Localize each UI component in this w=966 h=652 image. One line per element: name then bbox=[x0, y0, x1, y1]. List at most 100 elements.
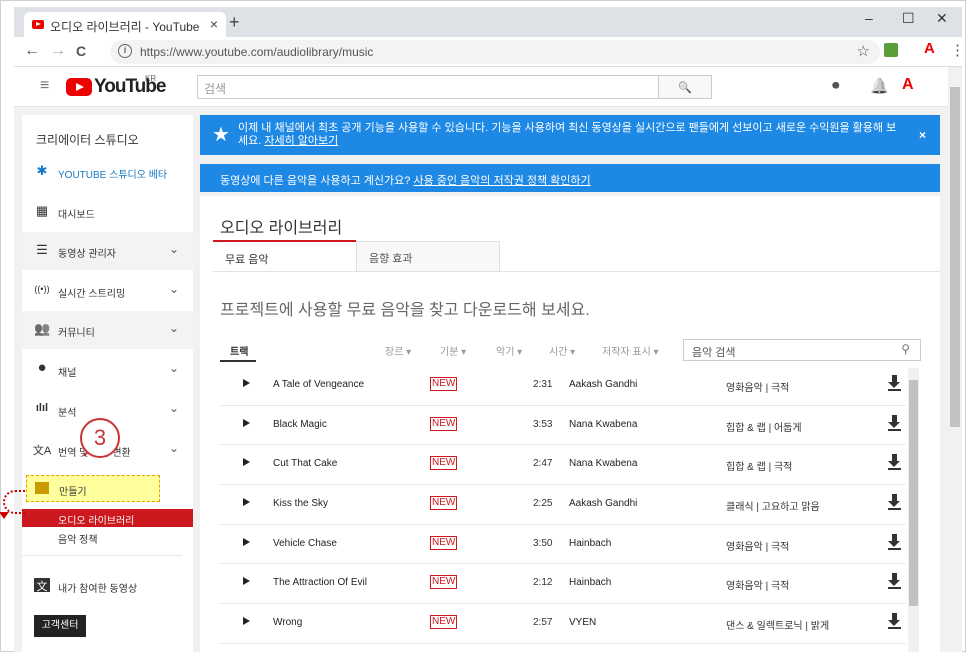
table-row[interactable]: Wrong NEW 2:57 VYEN 댄스 & 일렉트로닉 | 밝게 bbox=[220, 604, 906, 644]
track-duration: 3:50 bbox=[533, 537, 553, 549]
download-icon[interactable] bbox=[888, 454, 902, 471]
close-icon[interactable]: × bbox=[919, 128, 926, 142]
url-field[interactable]: i https://www.youtube.com/audiolibrary/m… bbox=[110, 40, 880, 64]
tab-label: 음향 효과 bbox=[369, 253, 413, 265]
track-artist[interactable]: Nana Kwabena bbox=[569, 419, 637, 430]
table-row[interactable]: Cut That Cake NEW 2:47 Nana Kwabena 힙합 & 랩 |… bbox=[220, 445, 906, 486]
upload-video-icon[interactable]: ⏺ bbox=[832, 77, 840, 94]
forward-icon[interactable]: → bbox=[50, 42, 66, 60]
column-duration[interactable]: 시간 ▾ bbox=[549, 343, 575, 358]
avatar[interactable]: A bbox=[902, 76, 914, 94]
track-duration: 3:53 bbox=[533, 418, 553, 430]
play-icon[interactable] bbox=[243, 379, 250, 387]
column-instrument[interactable]: 악기 ▾ bbox=[496, 343, 522, 358]
reload-icon[interactable]: C bbox=[76, 43, 86, 59]
track-artist[interactable]: Hainbach bbox=[569, 538, 611, 549]
chevron-down-icon[interactable]: ⌄ bbox=[169, 441, 179, 455]
column-mood[interactable]: 기분 ▾ bbox=[440, 343, 466, 358]
search-input[interactable]: 검색 bbox=[197, 75, 659, 99]
download-icon[interactable] bbox=[888, 533, 902, 550]
tab-sound-effects[interactable]: 음향 효과 bbox=[356, 241, 500, 272]
music-search-input[interactable]: 음악 검색 ⚲ bbox=[683, 339, 921, 361]
sidebar-item-community[interactable]: 👥 커뮤니티 ⌄ bbox=[22, 311, 193, 349]
back-icon[interactable]: ← bbox=[24, 42, 40, 60]
tab-free-music[interactable]: 무료 음악 bbox=[213, 240, 356, 272]
new-tab-button[interactable]: + bbox=[229, 12, 240, 33]
video-manager-icon: ☰ bbox=[36, 242, 48, 257]
notifications-bell-icon[interactable]: 🔔 bbox=[870, 77, 889, 95]
table-row[interactable]: Vehicle Chase NEW 3:50 Hainbach 영화음악 | 극적 bbox=[220, 525, 906, 565]
table-row[interactable]: The Attraction Of Evil NEW 2:12 Hainbach 영화음… bbox=[220, 564, 906, 605]
table-row[interactable]: A Tale of Vengeance NEW 2:31 Aakash Gandhi 영… bbox=[220, 366, 906, 406]
column-track[interactable]: 트랙 bbox=[230, 343, 248, 358]
page-scrollbar[interactable] bbox=[948, 67, 962, 652]
sidebar-item-create[interactable]: 만들기 bbox=[26, 475, 160, 502]
sidebar-item-contributed-videos[interactable]: 文 내가 참여한 동영상 bbox=[22, 567, 193, 605]
new-badge: NEW bbox=[430, 416, 458, 431]
learn-more-link[interactable]: 자세히 알아보기 bbox=[264, 135, 338, 147]
scrollbar-thumb[interactable] bbox=[950, 87, 960, 427]
chevron-down-icon[interactable]: ⌄ bbox=[169, 282, 179, 296]
maximize-button[interactable]: ☐ bbox=[902, 10, 915, 27]
scrollbar-thumb[interactable] bbox=[909, 380, 918, 606]
help-center-button[interactable]: 고객센터 bbox=[34, 615, 86, 637]
browser-menu-icon[interactable]: ⋮ bbox=[950, 41, 965, 59]
sidebar-subitem-music-policy[interactable]: 음악 정책 bbox=[58, 531, 98, 546]
tab-close-icon[interactable]: × bbox=[210, 16, 218, 32]
play-icon[interactable] bbox=[243, 458, 250, 467]
sidebar-subitem-audio-library[interactable]: 오디오 라이브러리 bbox=[22, 509, 193, 527]
download-icon[interactable] bbox=[888, 375, 902, 391]
extension-a-icon[interactable]: A bbox=[924, 40, 935, 57]
banner-message: 동영상에 다른 음악을 사용하고 계신가요? bbox=[220, 175, 411, 187]
sidebar-item-studio-beta[interactable]: ✱ YOUTUBE 스튜디오 베타 bbox=[22, 153, 193, 191]
track-artist[interactable]: VYEN bbox=[569, 617, 596, 628]
sidebar-item-channel[interactable]: ● 채널 ⌄ bbox=[22, 351, 193, 389]
sidebar-title: 크리에이터 스튜디오 bbox=[36, 133, 139, 147]
chevron-down-icon[interactable]: ⌄ bbox=[169, 242, 179, 256]
chevron-down-icon[interactable]: ⌄ bbox=[169, 361, 179, 375]
track-artist[interactable]: Aakash Gandhi bbox=[569, 379, 637, 390]
extension-icon[interactable] bbox=[884, 43, 898, 57]
column-attribution[interactable]: 저작자 표시 ▾ bbox=[602, 343, 659, 358]
logo-region: KR bbox=[145, 74, 157, 83]
page-title: 오디오 라이브러리 bbox=[220, 220, 343, 237]
hamburger-menu-icon[interactable]: ≡ bbox=[40, 77, 49, 95]
table-row[interactable]: Kiss the Sky NEW 2:25 Aakash Gandhi 클래식 | 고요… bbox=[220, 485, 906, 525]
sidebar-item-dashboard[interactable]: ▦ 대시보드 bbox=[22, 193, 193, 231]
track-duration: 2:47 bbox=[533, 458, 553, 470]
tab-label: 무료 음악 bbox=[225, 254, 269, 266]
track-title: Cut That Cake bbox=[273, 458, 338, 470]
info-icon[interactable]: i bbox=[118, 44, 132, 58]
download-icon[interactable] bbox=[888, 414, 902, 431]
new-badge: NEW bbox=[430, 496, 458, 511]
copyright-policy-link[interactable]: 사용 중인 음악의 저작권 정책 확인하기 bbox=[413, 175, 590, 187]
play-icon[interactable] bbox=[243, 418, 250, 427]
sidebar-item-label: 채널 bbox=[58, 368, 77, 379]
new-badge: NEW bbox=[430, 456, 458, 471]
track-artist[interactable]: Aakash Gandhi bbox=[569, 498, 637, 509]
chevron-down-icon[interactable]: ⌄ bbox=[169, 401, 179, 415]
track-artist[interactable]: Nana Kwabena bbox=[569, 458, 637, 469]
play-icon[interactable] bbox=[243, 498, 250, 507]
track-artist[interactable]: Hainbach bbox=[569, 577, 611, 588]
sidebar-item-video-manager[interactable]: ☰ 동영상 관리자 ⌄ bbox=[22, 232, 193, 270]
premiere-banner: ★ 이제 내 채널에서 최초 공개 기능을 사용할 수 있습니다. 기능을 사용… bbox=[200, 115, 940, 155]
download-icon[interactable] bbox=[888, 613, 902, 630]
minimize-button[interactable]: – bbox=[865, 10, 873, 26]
search-button[interactable]: 🔍 bbox=[658, 75, 712, 99]
track-title: Black Magic bbox=[273, 418, 327, 430]
sidebar-item-live-streaming[interactable]: ((•)) 실시간 스트리밍 ⌄ bbox=[22, 272, 193, 310]
play-icon[interactable] bbox=[243, 617, 250, 626]
play-icon[interactable] bbox=[243, 537, 250, 546]
chevron-down-icon[interactable]: ⌄ bbox=[169, 321, 179, 335]
download-icon[interactable] bbox=[888, 494, 902, 511]
download-icon[interactable] bbox=[888, 573, 902, 590]
column-genre[interactable]: 장르 ▾ bbox=[385, 343, 411, 358]
track-list-scrollbar[interactable] bbox=[908, 368, 919, 652]
play-icon[interactable] bbox=[243, 577, 250, 586]
gear-icon: ✱ bbox=[36, 163, 48, 178]
table-row[interactable]: Black Magic NEW 3:53 Nana Kwabena 힙합 & 랩 | 어… bbox=[220, 406, 906, 446]
bookmark-star-icon[interactable]: ☆ bbox=[857, 42, 870, 60]
close-window-button[interactable]: ✕ bbox=[936, 10, 948, 27]
browser-tab[interactable]: 오디오 라이브러리 - YouTube × bbox=[24, 12, 226, 39]
